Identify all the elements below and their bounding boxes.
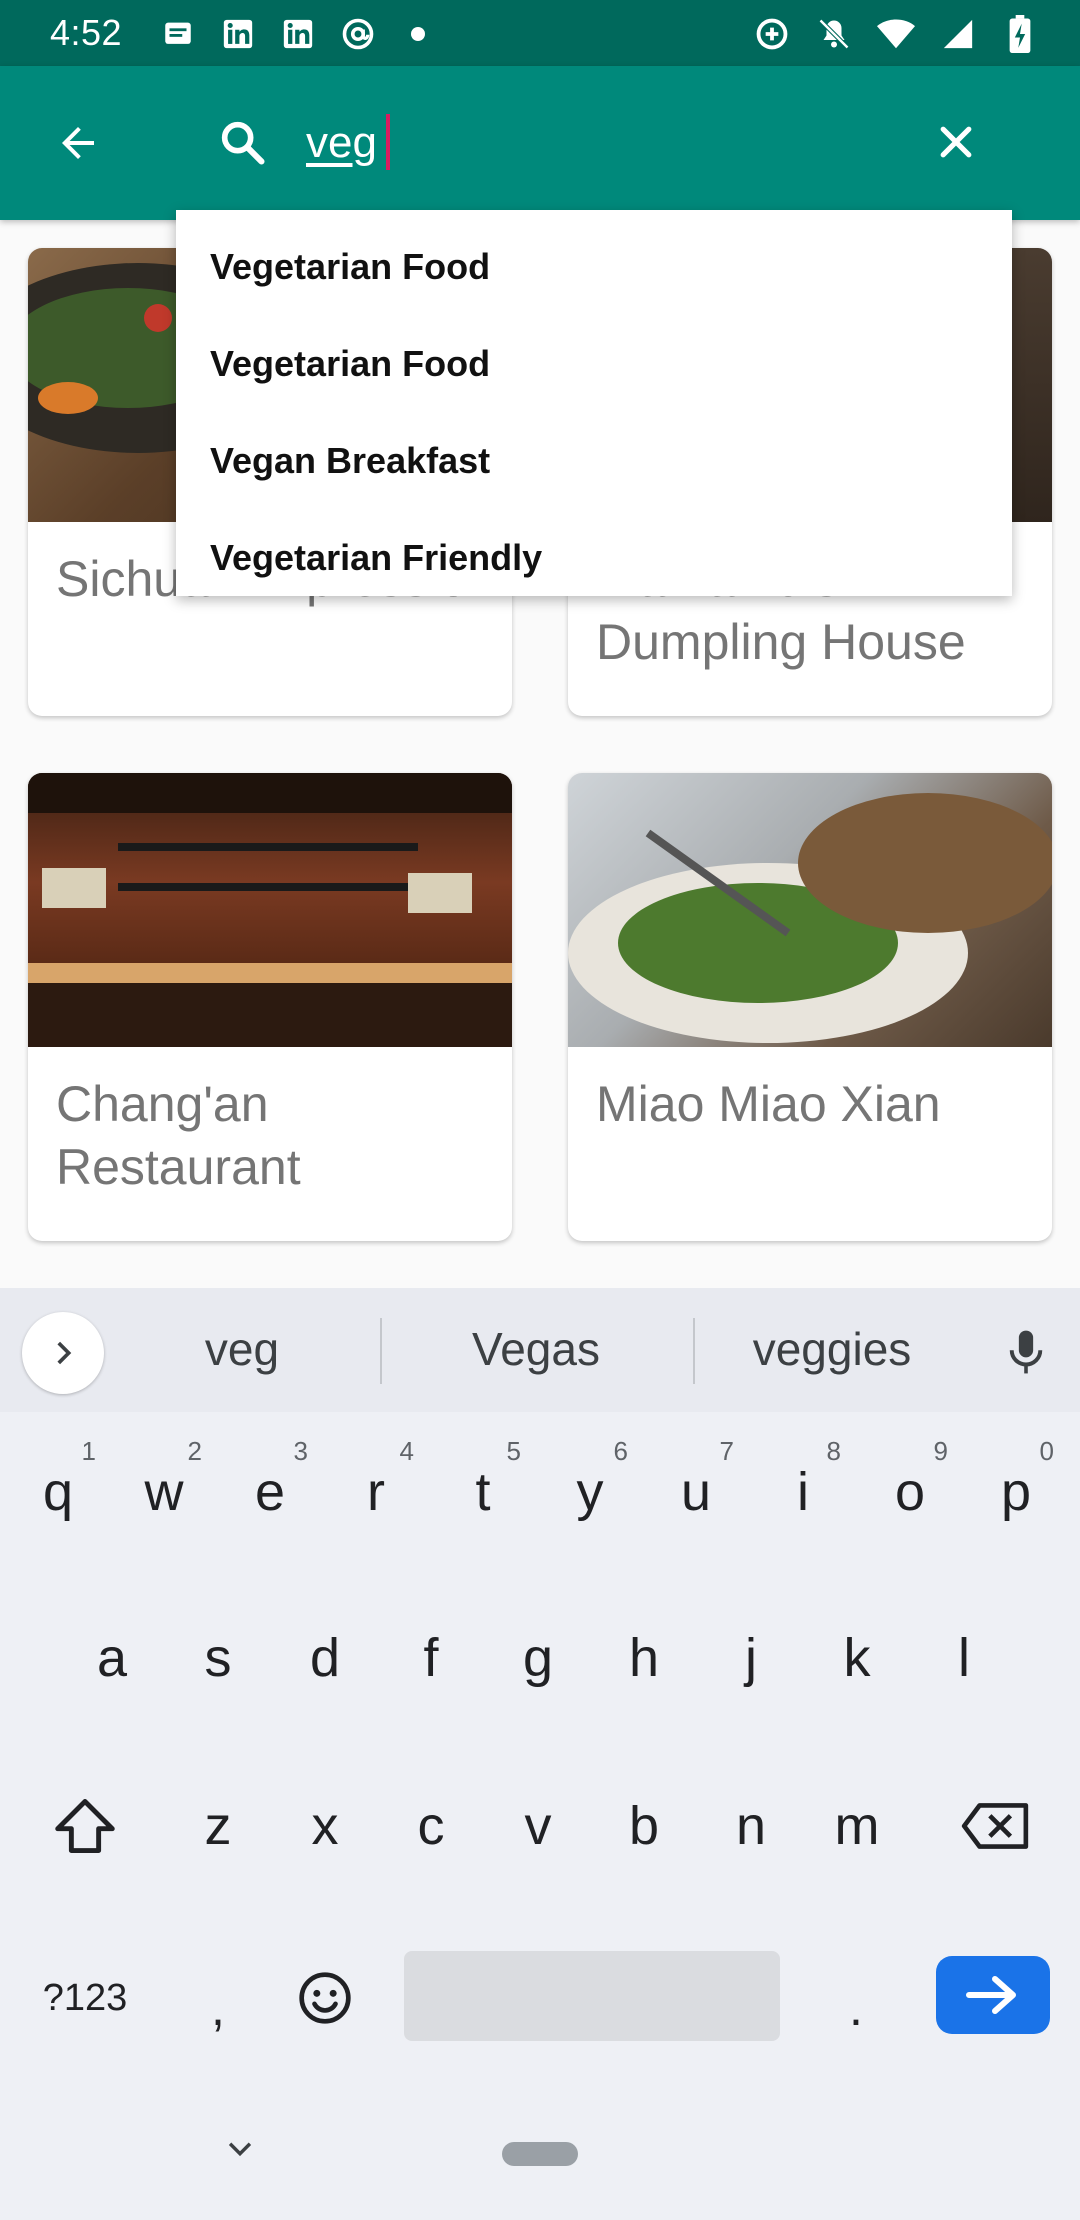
key-p[interactable]: p0 xyxy=(966,1432,1066,1552)
symbols-key[interactable]: ?123 xyxy=(20,1938,150,2058)
chevron-right-icon xyxy=(57,1341,72,1365)
divider xyxy=(380,1318,382,1384)
restaurant-photo xyxy=(28,773,512,1047)
arrow-forward-icon xyxy=(966,1976,1016,2014)
linkedin-icon xyxy=(278,14,318,54)
status-left-icons xyxy=(158,14,438,54)
key-g[interactable]: g xyxy=(488,1598,588,1718)
suggestion-item[interactable]: Vegetarian Food xyxy=(176,218,1012,315)
key-m[interactable]: m xyxy=(807,1766,907,1886)
key-q[interactable]: q1 xyxy=(8,1432,108,1552)
key-v[interactable]: v xyxy=(488,1766,588,1886)
back-button[interactable] xyxy=(46,111,110,175)
key-u[interactable]: u7 xyxy=(646,1432,746,1552)
arrow-back-icon xyxy=(62,127,94,159)
status-time: 4:52 xyxy=(50,12,123,53)
key-i[interactable]: i8 xyxy=(753,1432,853,1552)
key-k[interactable]: k xyxy=(807,1598,907,1718)
key-f[interactable]: f xyxy=(381,1598,481,1718)
chevron-down-icon xyxy=(228,2142,252,2157)
key-r[interactable]: r4 xyxy=(326,1432,426,1552)
backspace-icon xyxy=(961,1803,1029,1849)
mic-button[interactable] xyxy=(994,1320,1058,1384)
restaurant-card[interactable]: Miao Miao Xian xyxy=(568,773,1052,1241)
key-o[interactable]: o9 xyxy=(860,1432,960,1552)
space-key[interactable] xyxy=(404,1951,780,2041)
text-cursor xyxy=(386,114,390,170)
key-y[interactable]: y6 xyxy=(540,1432,640,1552)
search-suggestions-dropdown: Vegetarian Food Vegetarian Food Vegan Br… xyxy=(176,210,1012,596)
mic-icon xyxy=(1009,1330,1043,1374)
key-t[interactable]: t5 xyxy=(433,1432,533,1552)
status-right-icons xyxy=(752,14,1040,54)
search-app-bar xyxy=(0,66,1080,220)
search-input[interactable] xyxy=(306,108,886,178)
enter-key[interactable] xyxy=(936,1956,1050,2034)
keyboard-word-suggestion[interactable]: veg xyxy=(112,1322,372,1376)
emoji-icon xyxy=(299,1972,351,2024)
restaurant-name: Miao Miao Xian xyxy=(596,1076,941,1132)
key-a[interactable]: a xyxy=(62,1598,162,1718)
keyboard-suggestion-bar: veg Vegas veggies xyxy=(0,1288,1080,1412)
hide-keyboard-button[interactable] xyxy=(220,2128,260,2168)
notifications-off-icon xyxy=(814,14,854,54)
close-icon xyxy=(940,126,972,158)
emoji-key[interactable] xyxy=(275,1938,375,2058)
key-n[interactable]: n xyxy=(701,1766,801,1886)
soft-keyboard: veg Vegas veggies q1 w2 e3 r4 t5 y6 u7 i… xyxy=(0,1288,1080,2220)
message-icon xyxy=(158,14,198,54)
comma-key[interactable]: , xyxy=(168,1948,268,2068)
key-d[interactable]: d xyxy=(275,1598,375,1718)
key-s[interactable]: s xyxy=(168,1598,268,1718)
at-sign-icon xyxy=(338,14,378,54)
dot-icon xyxy=(398,14,438,54)
key-x[interactable]: x xyxy=(275,1766,375,1886)
period-key[interactable]: . xyxy=(806,1948,906,2068)
key-e[interactable]: e3 xyxy=(220,1432,320,1552)
battery-charging-icon xyxy=(1000,14,1040,54)
clear-search-button[interactable] xyxy=(924,110,988,174)
keyboard-word-suggestion[interactable]: Vegas xyxy=(406,1322,666,1376)
key-c[interactable]: c xyxy=(381,1766,481,1886)
signal-icon xyxy=(938,14,978,54)
divider xyxy=(693,1318,695,1384)
suggestion-item[interactable]: Vegetarian Friendly xyxy=(176,509,1012,606)
keyboard-expand-button[interactable] xyxy=(22,1312,104,1394)
backspace-key[interactable] xyxy=(940,1766,1050,1886)
key-w[interactable]: w2 xyxy=(114,1432,214,1552)
restaurant-name: Chang'an Restaurant xyxy=(56,1076,301,1195)
wifi-icon xyxy=(876,14,916,54)
key-z[interactable]: z xyxy=(168,1766,268,1886)
restaurant-card[interactable]: Chang'an Restaurant xyxy=(28,773,512,1241)
shift-icon xyxy=(55,1799,115,1853)
key-b[interactable]: b xyxy=(594,1766,694,1886)
keyboard-word-suggestion[interactable]: veggies xyxy=(702,1322,962,1376)
suggestion-item[interactable]: Vegetarian Food xyxy=(176,315,1012,412)
data-saver-icon xyxy=(752,14,792,54)
key-j[interactable]: j xyxy=(701,1598,801,1718)
status-bar: 4:52 xyxy=(0,0,1080,66)
suggestion-item[interactable]: Vegan Breakfast xyxy=(176,412,1012,509)
linkedin-icon xyxy=(218,14,258,54)
restaurant-photo xyxy=(568,773,1052,1047)
search-icon xyxy=(210,110,274,174)
shift-key[interactable] xyxy=(30,1766,140,1886)
key-l[interactable]: l xyxy=(914,1598,1014,1718)
home-handle[interactable] xyxy=(502,2142,578,2166)
key-h[interactable]: h xyxy=(594,1598,694,1718)
